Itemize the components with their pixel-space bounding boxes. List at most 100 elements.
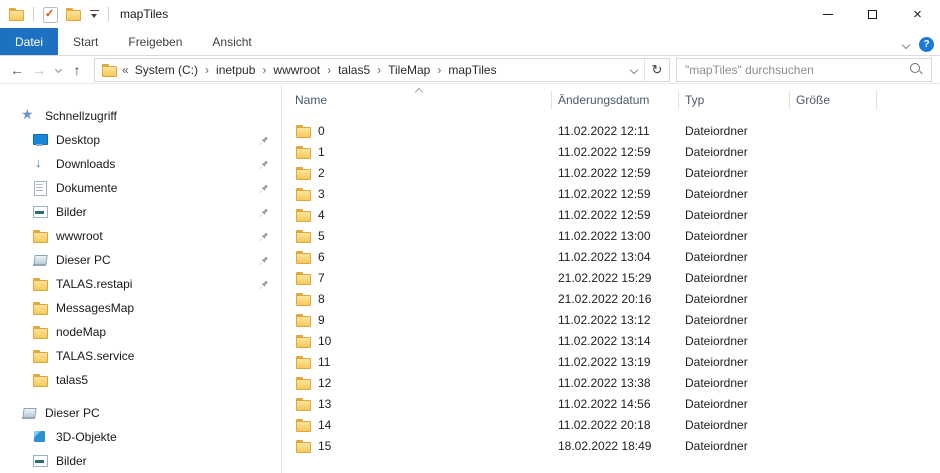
sidebar-item[interactable]: Dieser PC — [0, 248, 281, 272]
properties-check-icon[interactable] — [43, 6, 56, 22]
folder-icon — [295, 312, 311, 327]
file-type: Dateiordner — [679, 355, 790, 369]
ribbon-tab[interactable]: Ansicht — [197, 28, 266, 55]
table-row[interactable]: 14 11.02.2022 20:18 Dateiordner — [282, 414, 940, 435]
help-icon[interactable]: ? — [919, 37, 934, 52]
sidebar-item[interactable]: wwwroot — [0, 224, 281, 248]
file-type: Dateiordner — [679, 313, 790, 327]
file-name: 9 — [318, 313, 325, 327]
refresh-icon[interactable]: ↻ — [645, 59, 669, 81]
minimize-button[interactable] — [805, 0, 850, 28]
table-row[interactable]: 13 11.02.2022 14:56 Dateiordner — [282, 393, 940, 414]
file-name: 10 — [318, 334, 331, 348]
breadcrumb-item[interactable]: talas5 — [320, 63, 370, 77]
sidebar-item[interactable]: Dokumente — [0, 176, 281, 200]
sidebar-item-icon — [32, 180, 48, 196]
table-row[interactable]: 15 18.02.2022 18:49 Dateiordner — [282, 435, 940, 456]
folder-icon — [295, 123, 311, 138]
ribbon-expand-chevron-down-icon[interactable] — [902, 41, 910, 49]
breadcrumb: « System (C:) inetpub wwwroot talas5 Til… — [122, 63, 624, 77]
search-box[interactable] — [676, 58, 932, 82]
sidebar-item[interactable]: Desktop — [0, 128, 281, 152]
file-name: 0 — [318, 124, 325, 138]
sidebar-item[interactable]: TALAS.restapi — [0, 272, 281, 296]
table-row[interactable]: 10 11.02.2022 13:14 Dateiordner — [282, 330, 940, 351]
sidebar-item-label: TALAS.restapi — [56, 277, 132, 291]
sidebar-item[interactable]: nodeMap — [0, 320, 281, 344]
back-button[interactable]: ← — [6, 58, 28, 82]
forward-button[interactable]: → — [28, 58, 50, 82]
sidebar-item-icon — [32, 348, 48, 364]
sidebar-item[interactable]: 3D-Objekte — [0, 425, 281, 449]
file-list: 0 11.02.2022 12:11 Dateiordner 1 11.02.2… — [282, 120, 940, 456]
breadcrumb-overflow-icon[interactable]: « — [122, 63, 129, 77]
table-row[interactable]: 6 11.02.2022 13:04 Dateiordner — [282, 246, 940, 267]
table-row[interactable]: 4 11.02.2022 12:59 Dateiordner — [282, 204, 940, 225]
sort-ascending-chevron-up-icon — [415, 88, 423, 96]
file-modified: 11.02.2022 13:12 — [552, 313, 679, 327]
navigation-toolbar: ← → ↑ « System (C:) inetpub wwwroot tala… — [0, 56, 940, 84]
sidebar-item[interactable]: Bilder — [0, 200, 281, 224]
column-header-type[interactable]: Typ — [679, 87, 790, 113]
sidebar-item[interactable]: Bilder — [0, 449, 281, 473]
quick-access-toolbar: mapTiles — [0, 6, 168, 22]
up-button[interactable]: ↑ — [66, 58, 88, 82]
sidebar-item-icon — [21, 405, 37, 421]
search-icon[interactable] — [909, 62, 924, 77]
sidebar-item[interactable]: Schnellzugriff — [0, 104, 281, 128]
column-header-label: Größe — [796, 93, 830, 107]
search-input[interactable] — [677, 63, 909, 77]
breadcrumb-item[interactable]: TileMap — [370, 63, 430, 77]
table-row[interactable]: 7 21.02.2022 15:29 Dateiordner — [282, 267, 940, 288]
table-row[interactable]: 9 11.02.2022 13:12 Dateiordner — [282, 309, 940, 330]
sidebar-item[interactable]: TALAS.service — [0, 344, 281, 368]
address-bar[interactable]: « System (C:) inetpub wwwroot talas5 Til… — [94, 58, 670, 82]
address-folder-icon — [101, 62, 117, 78]
pin-icon — [258, 159, 269, 170]
table-row[interactable]: 11 11.02.2022 13:19 Dateiordner — [282, 351, 940, 372]
file-type: Dateiordner — [679, 208, 790, 222]
table-row[interactable]: 8 21.02.2022 20:16 Dateiordner — [282, 288, 940, 309]
sidebar-item-label: Dokumente — [56, 181, 117, 195]
table-row[interactable]: 5 11.02.2022 13:00 Dateiordner — [282, 225, 940, 246]
breadcrumb-item[interactable]: inetpub — [198, 63, 255, 77]
table-row[interactable]: 3 11.02.2022 12:59 Dateiordner — [282, 183, 940, 204]
file-type: Dateiordner — [679, 229, 790, 243]
file-name: 6 — [318, 250, 325, 264]
sidebar-item[interactable]: Dieser PC — [0, 401, 281, 425]
breadcrumb-item[interactable]: System (C:) — [135, 63, 198, 77]
file-modified: 11.02.2022 12:59 — [552, 187, 679, 201]
file-name: 15 — [318, 439, 331, 453]
table-row[interactable]: 1 11.02.2022 12:59 Dateiordner — [282, 141, 940, 162]
sidebar-item[interactable]: MessagesMap — [0, 296, 281, 320]
folder-icon — [295, 291, 311, 306]
table-row[interactable]: 2 11.02.2022 12:59 Dateiordner — [282, 162, 940, 183]
ribbon-tab[interactable]: Start — [58, 28, 113, 55]
close-button[interactable]: × — [895, 0, 940, 28]
breadcrumb-item[interactable]: wwwroot — [255, 63, 320, 77]
table-row[interactable]: 0 11.02.2022 12:11 Dateiordner — [282, 120, 940, 141]
recent-locations-chevron-down-icon[interactable] — [50, 58, 66, 82]
qat-dropdown-icon[interactable] — [90, 9, 99, 20]
title-bar: mapTiles × — [0, 0, 940, 28]
file-modified: 18.02.2022 18:49 — [552, 439, 679, 453]
ribbon-tab[interactable]: Datei — [0, 28, 58, 55]
column-header-name[interactable]: Name — [282, 87, 552, 113]
sidebar-item[interactable]: Downloads — [0, 152, 281, 176]
ribbon-tab[interactable]: Freigeben — [113, 28, 197, 55]
address-dropdown-chevron-down-icon[interactable] — [624, 59, 644, 81]
column-header-modified[interactable]: Änderungsdatum — [552, 87, 679, 113]
sidebar-item-icon — [32, 429, 48, 445]
column-header-row: Name Änderungsdatum Typ Größe — [282, 87, 940, 113]
file-type: Dateiordner — [679, 292, 790, 306]
maximize-icon — [868, 10, 877, 19]
maximize-button[interactable] — [850, 0, 895, 28]
sidebar-item[interactable]: talas5 — [0, 368, 281, 392]
table-row[interactable]: 12 11.02.2022 13:38 Dateiordner — [282, 372, 940, 393]
file-type: Dateiordner — [679, 145, 790, 159]
breadcrumb-item[interactable]: mapTiles — [430, 63, 496, 77]
window-folder-icon — [8, 6, 24, 22]
new-folder-icon[interactable] — [65, 6, 81, 22]
column-header-size[interactable]: Größe — [790, 87, 877, 113]
content-area: Schnellzugriff Desktop Downloads — [0, 85, 940, 473]
